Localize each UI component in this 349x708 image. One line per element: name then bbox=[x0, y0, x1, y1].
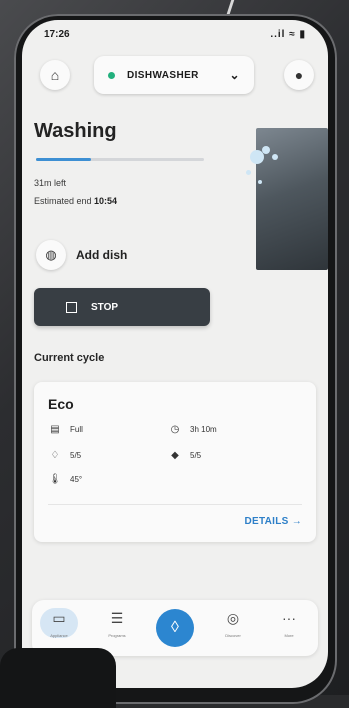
water-drop-icon: ◊ bbox=[171, 619, 179, 636]
nav-more[interactable]: ··· More bbox=[264, 600, 314, 656]
estimated-end: Estimated end 10:54 bbox=[34, 196, 117, 206]
duration-info: ◷ 3h 10m bbox=[168, 424, 217, 435]
water-drop-button[interactable]: ◊ bbox=[156, 609, 194, 647]
details-link[interactable]: DETAILS → bbox=[244, 516, 302, 527]
status-icons: ..il ≈ ▮ bbox=[270, 29, 306, 40]
status-bar: 17:26 ..il ≈ ▮ bbox=[22, 20, 328, 50]
home-icon: ⌂ bbox=[50, 67, 60, 83]
home-button[interactable]: ⌂ bbox=[40, 60, 70, 90]
chat-icon: ● bbox=[294, 67, 304, 83]
add-dish-icon: ◍ bbox=[36, 240, 66, 270]
temperature-value: 45° bbox=[70, 475, 83, 484]
stop-button[interactable]: STOP bbox=[34, 288, 210, 326]
add-dish-button[interactable]: ◍ Add dish bbox=[36, 240, 127, 270]
status-time: 17:26 bbox=[44, 29, 70, 40]
drops-info: ♢ 5/5 bbox=[48, 450, 82, 461]
tablet-icon: ◆ bbox=[171, 450, 179, 461]
device-selector-dropdown[interactable]: DISHWASHER ⌄ bbox=[94, 56, 254, 94]
clock-icon: ◷ bbox=[170, 424, 180, 435]
status-dot-icon bbox=[108, 71, 115, 79]
thermometer-icon: 🌡 bbox=[48, 474, 62, 485]
basket-icon: ▤ bbox=[50, 424, 60, 435]
nav-discover-label: Discover bbox=[225, 633, 241, 638]
nav-appliance-label: Appliance bbox=[50, 633, 68, 638]
stop-label: STOP bbox=[91, 301, 119, 313]
nav-discover[interactable]: ◎ Discover bbox=[208, 600, 258, 656]
cycle-card: Eco ▤ Full ◷ 3h 10m ♢ 5/5 ◆ 5/5 🌡 45° DE… bbox=[34, 382, 316, 542]
appliance-icon: ▭ bbox=[52, 610, 66, 626]
load-value: Full bbox=[70, 425, 83, 434]
drop-icon: ♢ bbox=[50, 450, 60, 461]
nav-programs-label: Programs bbox=[108, 633, 126, 638]
chevron-down-icon: ⌄ bbox=[229, 68, 240, 82]
cycle-name: Eco bbox=[48, 396, 74, 412]
load-info: ▤ Full bbox=[48, 424, 83, 435]
temperature-info: 🌡 45° bbox=[48, 474, 82, 485]
current-cycle-heading: Current cycle bbox=[34, 352, 105, 364]
duration-value: 3h 10m bbox=[190, 425, 217, 434]
page-title: Washing bbox=[34, 120, 117, 142]
drops-value: 5/5 bbox=[70, 451, 82, 460]
more-icon: ··· bbox=[282, 610, 296, 626]
foreground-blur bbox=[0, 648, 116, 708]
device-label: DISHWASHER bbox=[127, 69, 199, 81]
nav-more-label: More bbox=[284, 633, 294, 638]
tabs-info: ◆ 5/5 bbox=[168, 450, 201, 461]
time-left: 31m left bbox=[34, 178, 67, 188]
tabs-value: 5/5 bbox=[190, 451, 202, 460]
list-icon: ☰ bbox=[110, 610, 124, 626]
add-dish-label: Add dish bbox=[76, 248, 128, 262]
estimated-end-label: Estimated end bbox=[34, 196, 95, 206]
stop-icon bbox=[66, 301, 77, 313]
app-screen: 17:26 ..il ≈ ▮ ⌂ DISHWASHER ⌄ ● Washing … bbox=[22, 20, 328, 688]
water-splash-image bbox=[242, 140, 290, 200]
estimated-end-time: 10:54 bbox=[94, 196, 118, 206]
compass-icon: ◎ bbox=[226, 610, 240, 626]
card-divider bbox=[48, 504, 302, 505]
messages-button[interactable]: ● bbox=[284, 60, 314, 90]
progress-fill bbox=[36, 158, 92, 161]
cycle-progress-bar bbox=[36, 158, 204, 161]
